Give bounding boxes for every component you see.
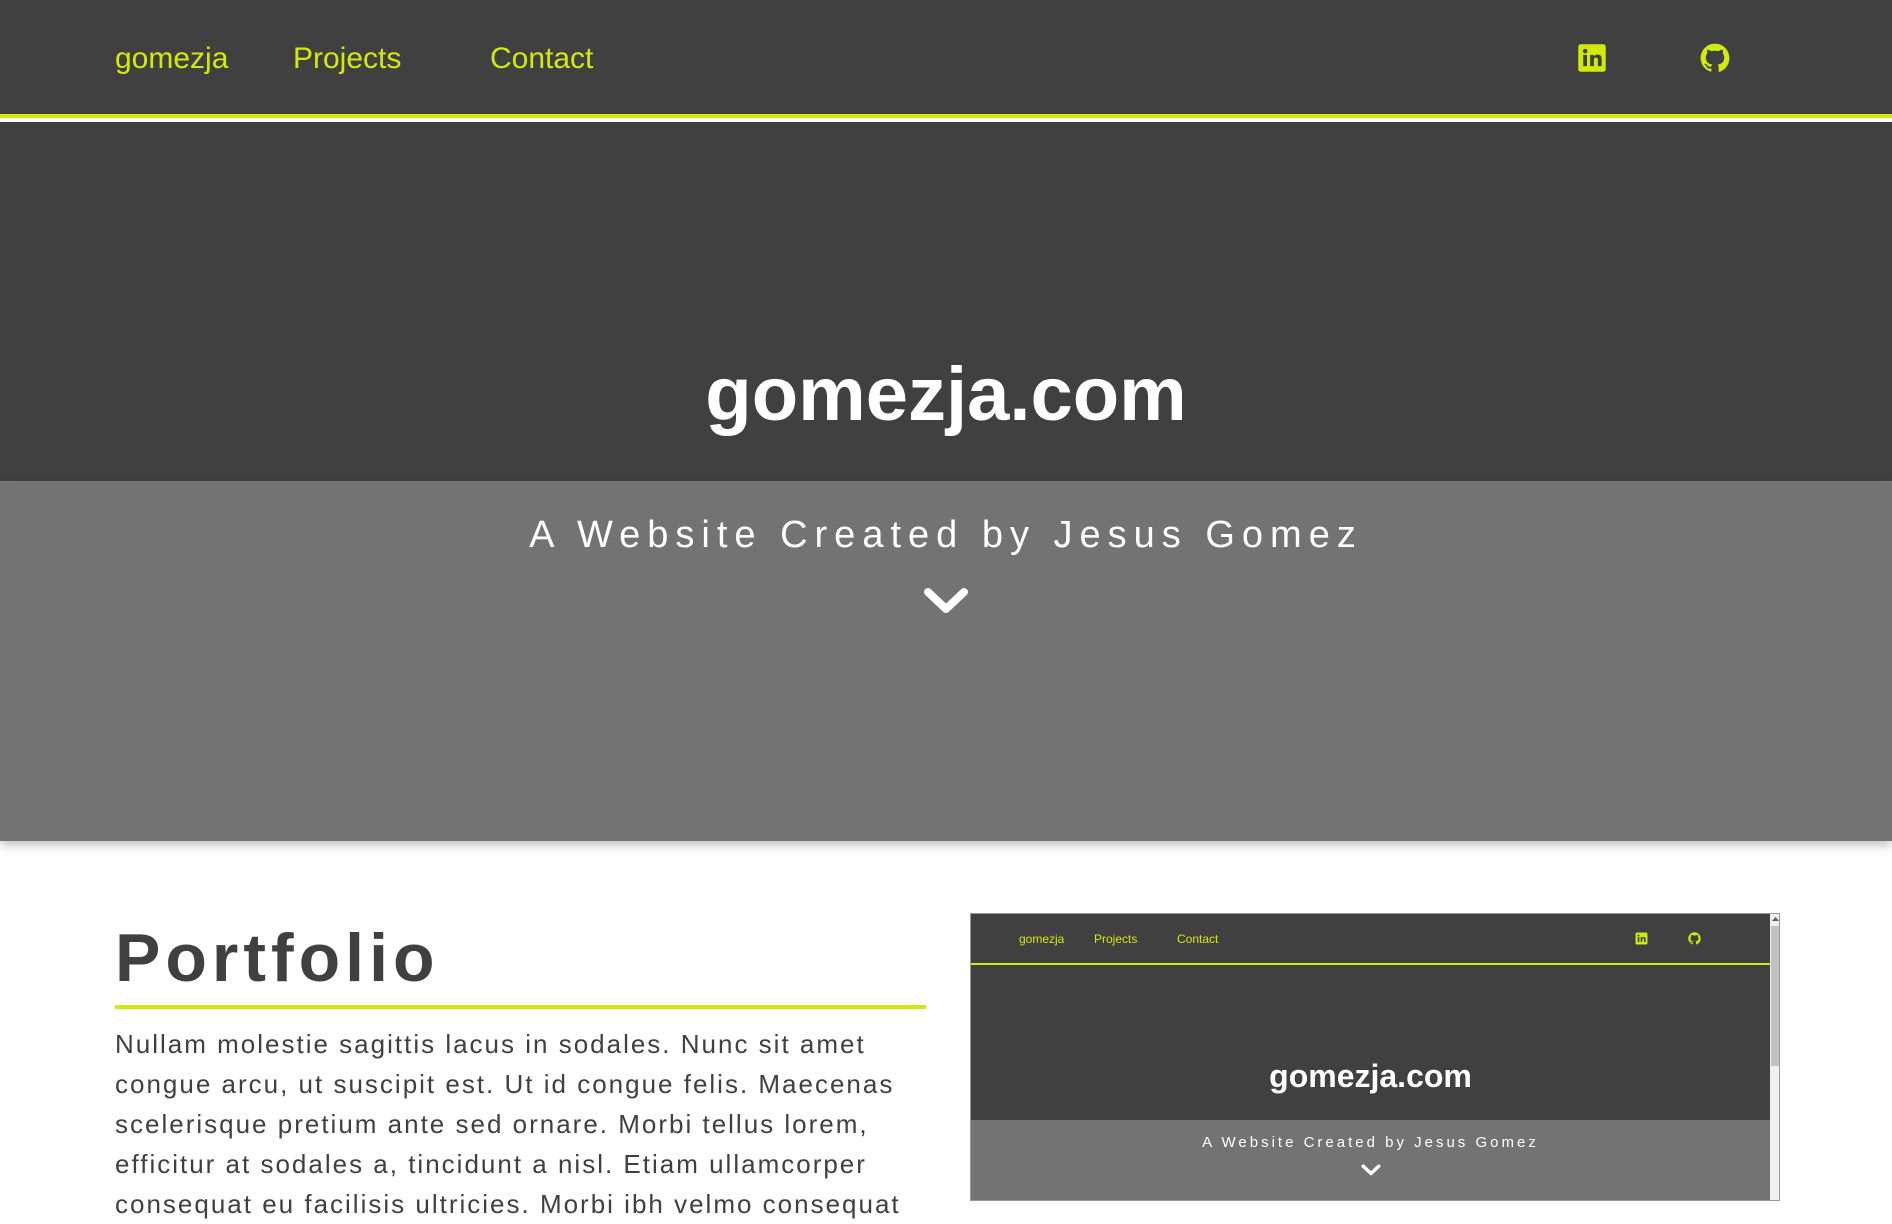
preview-hero-subtitle: A Website Created by Jesus Gomez: [1202, 1134, 1539, 1151]
preview-nav-contact: Contact: [1177, 932, 1219, 946]
scroll-up-arrow-icon[interactable]: [1772, 916, 1779, 922]
hero-subtitle: A Website Created by Jesus Gomez: [529, 514, 1363, 556]
portfolio-heading: Portfolio: [115, 920, 440, 996]
top-nav: gomezja Projects Contact: [0, 0, 1892, 118]
preview-scrollbar-thumb[interactable]: [1771, 926, 1779, 1066]
hero-title: gomezja.com: [705, 352, 1187, 437]
preview-github-icon: [1688, 932, 1701, 945]
preview-nav-projects: Projects: [1094, 932, 1138, 946]
preview-nav: gomezja Projects Contact: [971, 914, 1770, 965]
preview-chevron-down-icon: [1361, 1164, 1381, 1176]
nav-link-projects[interactable]: Projects: [293, 40, 401, 78]
linkedin-icon[interactable]: [1577, 43, 1607, 73]
preview-hero-bottom: A Website Created by Jesus Gomez: [971, 1120, 1770, 1200]
hero-bottom-section: A Website Created by Jesus Gomez: [0, 481, 1892, 841]
portfolio-divider: [115, 1005, 926, 1009]
portfolio-description: Nullam molestie sagittis lacus in sodale…: [115, 1029, 901, 1219]
preview-linkedin-icon: [1635, 932, 1648, 945]
nav-brand-link[interactable]: gomezja: [115, 40, 228, 78]
preview-hero-title: gomezja.com: [1269, 1058, 1472, 1094]
chevron-down-icon[interactable]: [923, 587, 969, 617]
portfolio-preview-image[interactable]: gomezja Projects Contact gomezja.com A W…: [970, 913, 1780, 1201]
nav-link-contact[interactable]: Contact: [490, 40, 593, 78]
preview-scrollbar[interactable]: [1770, 914, 1779, 1200]
preview-hero-top: [971, 967, 1770, 1120]
preview-nav-brand: gomezja: [1019, 932, 1065, 946]
github-icon[interactable]: [1700, 43, 1730, 73]
